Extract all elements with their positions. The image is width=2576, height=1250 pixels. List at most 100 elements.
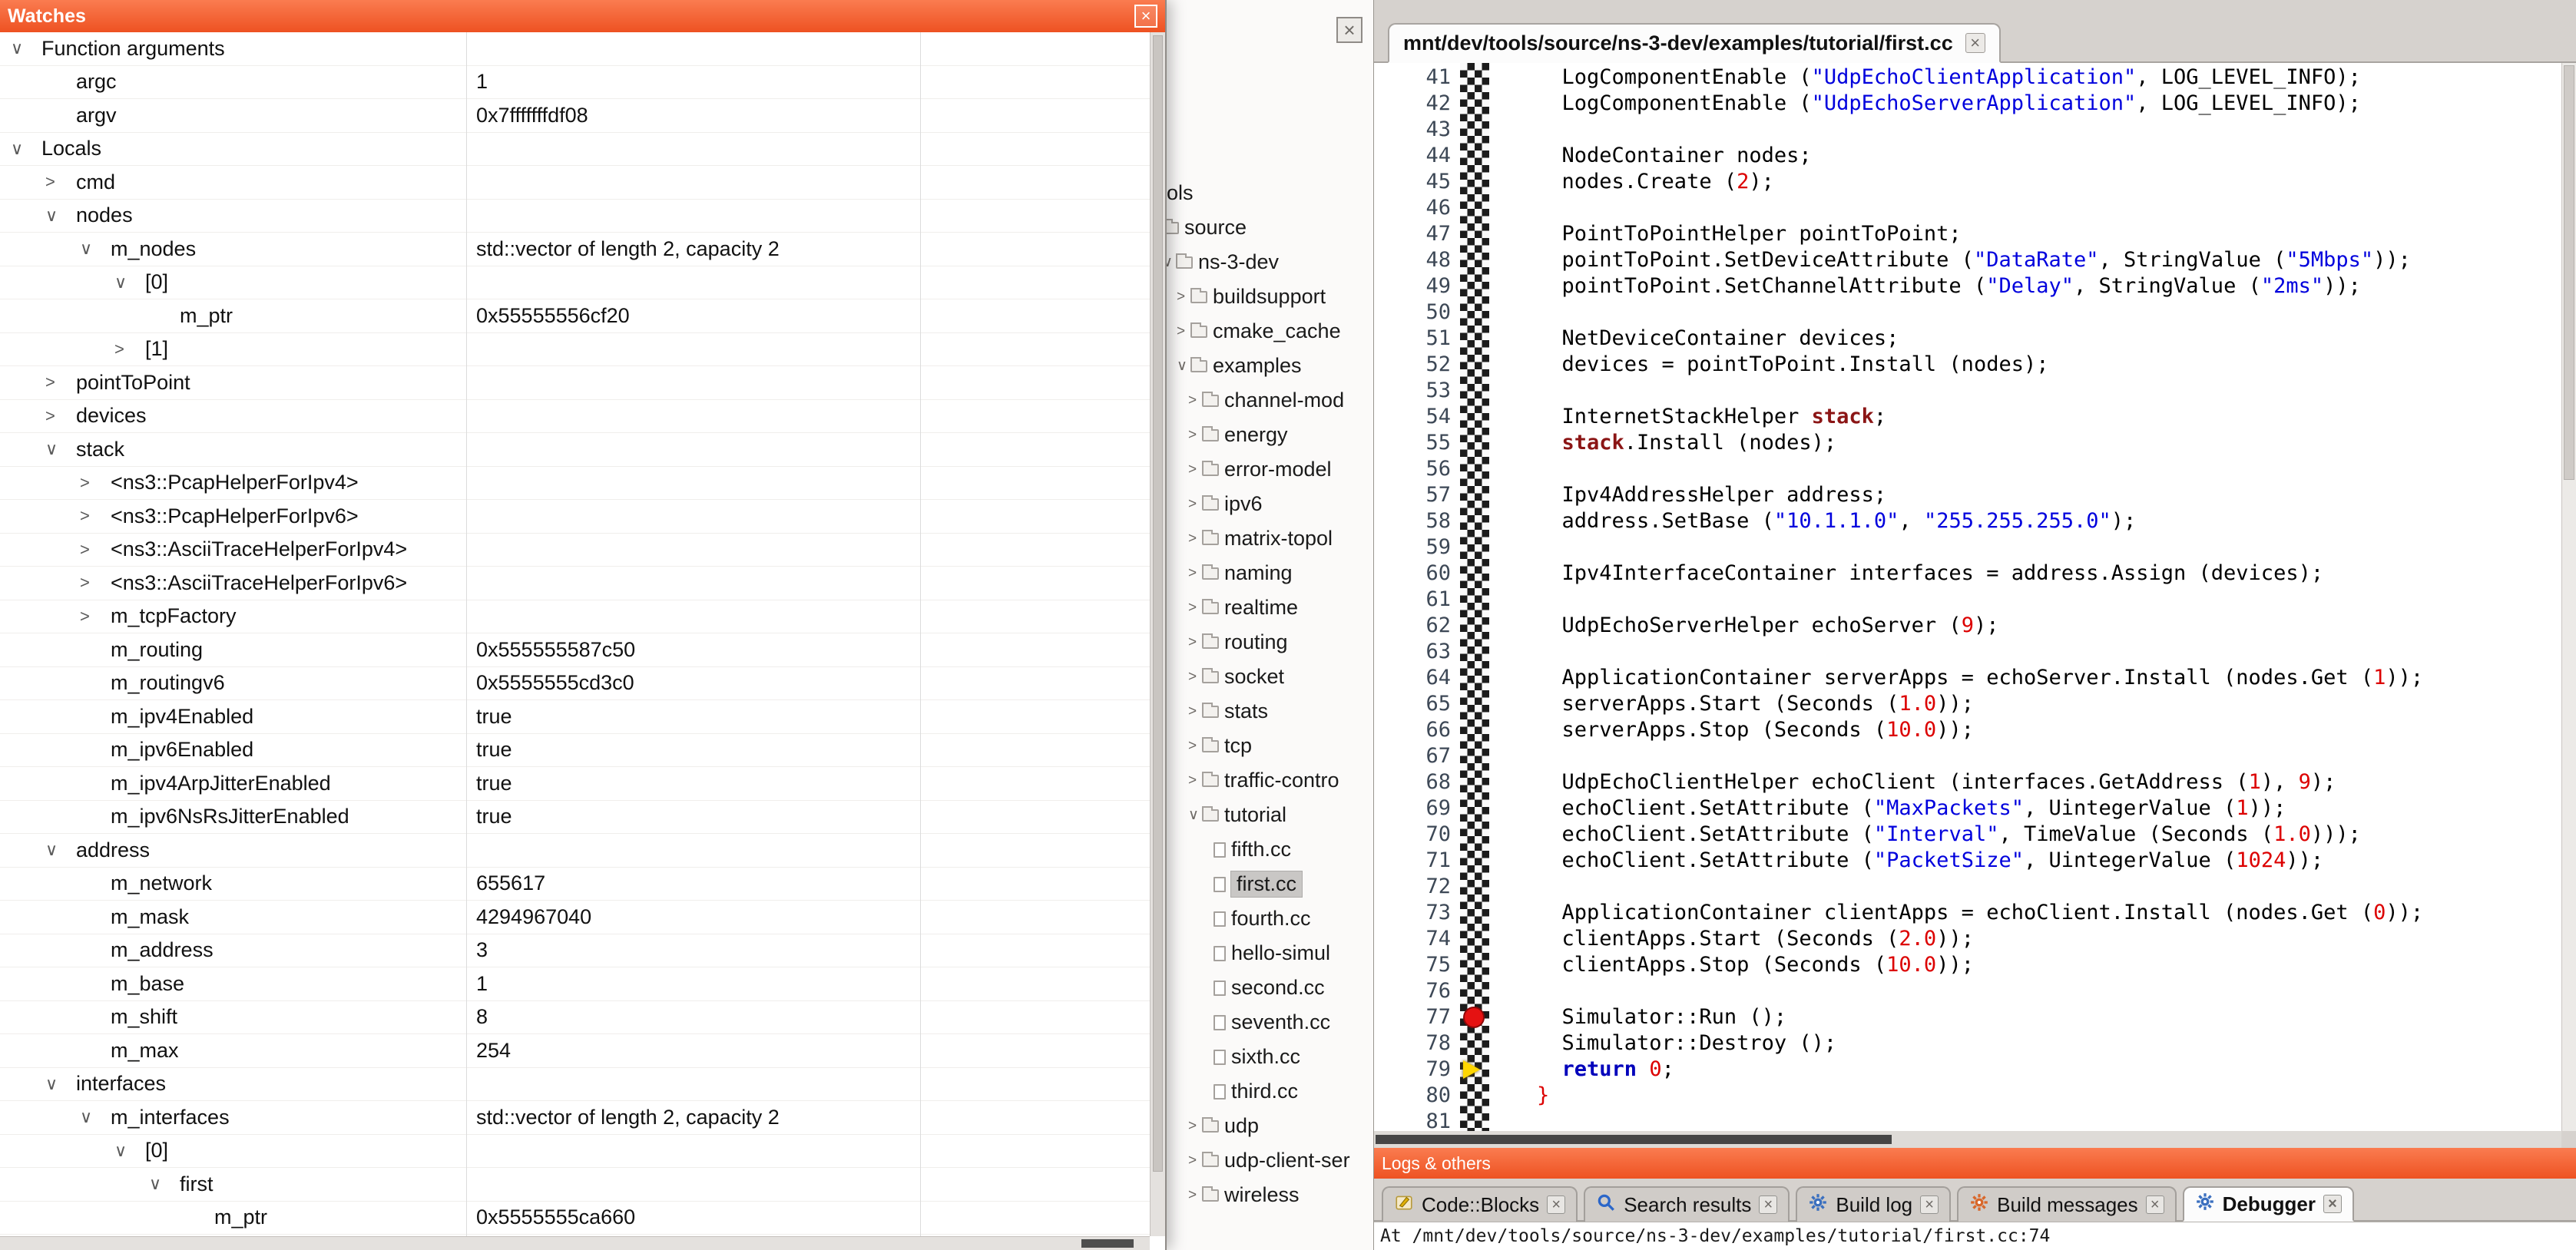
watches-horizontal-scrollbar[interactable]: [0, 1236, 1150, 1250]
close-icon[interactable]: ×: [1759, 1195, 1777, 1214]
expand-icon[interactable]: >: [1188, 497, 1202, 511]
tree-item[interactable]: >stats: [1162, 694, 1373, 729]
watch-row[interactable]: m_network655617: [0, 868, 1150, 901]
collapse-icon[interactable]: ∨: [1177, 359, 1190, 373]
watch-row[interactable]: m_ptr0x55555556cf20: [0, 299, 1150, 333]
watch-row[interactable]: m_address3: [0, 934, 1150, 968]
collapse-icon[interactable]: ∨: [80, 239, 111, 259]
vertical-scrollbar[interactable]: [2561, 63, 2576, 1131]
code-text[interactable]: clientApps.Stop (Seconds (10.0));: [1537, 952, 1974, 978]
collapse-icon[interactable]: ∨: [11, 139, 41, 159]
watch-row[interactable]: m_shift8: [0, 1001, 1150, 1035]
tree-item[interactable]: sixth.cc: [1162, 1040, 1373, 1074]
watch-row[interactable]: ><ns3::AsciiTraceHelperForIpv6>: [0, 567, 1150, 600]
scrollbar-thumb[interactable]: [1081, 1239, 1134, 1248]
watch-row[interactable]: ><ns3::AsciiTraceHelperForIpv4>: [0, 534, 1150, 567]
close-icon[interactable]: ×: [1920, 1195, 1939, 1214]
expand-icon[interactable]: >: [1188, 462, 1202, 477]
watch-row[interactable]: ∨address: [0, 834, 1150, 868]
scrollbar-thumb[interactable]: [2564, 65, 2574, 480]
editor-tab[interactable]: mnt/dev/tools/source/ns-3-dev/examples/t…: [1388, 23, 2001, 63]
expand-icon[interactable]: >: [1188, 670, 1202, 684]
watch-row[interactable]: ∨stack: [0, 433, 1150, 467]
watch-row[interactable]: m_routing0x555555587c50: [0, 633, 1150, 667]
code-text[interactable]: }: [1537, 1083, 1549, 1109]
code-text[interactable]: LogComponentEnable ("UdpEchoServerApplic…: [1537, 91, 2361, 117]
tree-item[interactable]: >realtime: [1162, 590, 1373, 625]
code-text[interactable]: Ipv4AddressHelper address;: [1537, 482, 1886, 508]
watch-row[interactable]: m_ipv6NsRsJitterEnabledtrue: [0, 801, 1150, 835]
watch-row[interactable]: ∨m_nodesstd::vector of length 2, capacit…: [0, 233, 1150, 266]
expand-icon[interactable]: >: [80, 573, 111, 593]
expand-icon[interactable]: >: [80, 540, 111, 560]
code-text[interactable]: ApplicationContainer serverApps = echoSe…: [1537, 665, 2423, 691]
tree-item[interactable]: >matrix-topol: [1162, 521, 1373, 556]
watch-row[interactable]: m_routingv60x5555555cd3c0: [0, 667, 1150, 701]
watch-row[interactable]: ∨Function arguments: [0, 32, 1150, 66]
collapse-icon[interactable]: ∨: [45, 840, 76, 860]
code-text[interactable]: UdpEchoServerHelper echoServer (9);: [1537, 613, 1998, 639]
code-text[interactable]: echoClient.SetAttribute ("MaxPackets", U…: [1537, 795, 2286, 822]
expand-icon[interactable]: >: [45, 172, 76, 192]
code-text[interactable]: stack.Install (nodes);: [1537, 430, 1836, 456]
expand-icon[interactable]: >: [1188, 566, 1202, 580]
code-text[interactable]: pointToPoint.SetDeviceAttribute ("DataRa…: [1537, 247, 2411, 273]
code-text[interactable]: PointToPointHelper pointToPoint;: [1537, 221, 1962, 247]
collapse-icon[interactable]: ∨: [11, 38, 41, 58]
expand-icon[interactable]: >: [80, 506, 111, 526]
collapse-icon[interactable]: ∨: [114, 1141, 145, 1161]
tree-item[interactable]: >error-model: [1162, 452, 1373, 487]
watch-row[interactable]: >cmd: [0, 166, 1150, 200]
expand-icon[interactable]: >: [1188, 635, 1202, 650]
expand-icon[interactable]: >: [45, 372, 76, 392]
expand-icon[interactable]: >: [1177, 289, 1190, 304]
code-text[interactable]: nodes.Create (2);: [1537, 169, 1774, 195]
watch-row[interactable]: argc1: [0, 66, 1150, 100]
tree-item[interactable]: first.cc: [1162, 867, 1373, 901]
watch-row[interactable]: ><ns3::PcapHelperForIpv4>: [0, 467, 1150, 501]
collapse-icon[interactable]: ∨: [45, 439, 76, 459]
watch-row[interactable]: m_base1: [0, 967, 1150, 1001]
tree-item[interactable]: >socket: [1162, 660, 1373, 694]
logs-tab-search-results[interactable]: Search results×: [1584, 1186, 1790, 1222]
code-text[interactable]: InternetStackHelper stack;: [1537, 404, 1886, 430]
watch-row[interactable]: m_ipv4ArpJitterEnabledtrue: [0, 767, 1150, 801]
tree-item[interactable]: >buildsupport: [1162, 279, 1373, 314]
code-text[interactable]: return 0;: [1537, 1057, 1674, 1083]
tree-item[interactable]: >channel-mod: [1162, 383, 1373, 418]
scrollbar-thumb[interactable]: [1376, 1135, 1892, 1144]
code-text[interactable]: pointToPoint.SetChannelAttribute ("Delay…: [1537, 273, 2361, 299]
expand-icon[interactable]: >: [1188, 428, 1202, 442]
expand-icon[interactable]: >: [1188, 1119, 1202, 1133]
code-text[interactable]: Simulator::Run ();: [1537, 1004, 1786, 1030]
tree-item[interactable]: >tcp: [1162, 729, 1373, 763]
watch-row[interactable]: ∨m_interfacesstd::vector of length 2, ca…: [0, 1101, 1150, 1135]
code-text[interactable]: serverApps.Start (Seconds (1.0));: [1537, 691, 1974, 717]
tree-item[interactable]: >cmake_cache: [1162, 314, 1373, 349]
tree-item[interactable]: >udp: [1162, 1109, 1373, 1143]
tree-item[interactable]: third.cc: [1162, 1074, 1373, 1109]
scrollbar-thumb[interactable]: [1153, 35, 1163, 1172]
tree-item[interactable]: >ipv6: [1162, 487, 1373, 521]
code-text[interactable]: LogComponentEnable ("UdpEchoClientApplic…: [1537, 64, 2361, 91]
tree-item[interactable]: hello-simul: [1162, 936, 1373, 971]
expand-icon[interactable]: >: [1188, 531, 1202, 546]
breakpoint-marker[interactable]: [1463, 1007, 1485, 1028]
logs-tab-code-blocks[interactable]: Code::Blocks×: [1382, 1186, 1578, 1222]
watch-row[interactable]: ∨first: [0, 1168, 1150, 1202]
close-icon[interactable]: ×: [1547, 1195, 1565, 1214]
code-text[interactable]: echoClient.SetAttribute ("Interval", Tim…: [1537, 822, 2361, 848]
tree-item[interactable]: >routing: [1162, 625, 1373, 660]
expand-icon[interactable]: >: [1188, 1188, 1202, 1202]
code-text[interactable]: address.SetBase ("10.1.1.0", "255.255.25…: [1537, 508, 2136, 534]
watch-row[interactable]: m_mask4294967040: [0, 901, 1150, 934]
close-icon[interactable]: ×: [2146, 1195, 2164, 1214]
code-text[interactable]: Ipv4InterfaceContainer interfaces = addr…: [1537, 561, 2323, 587]
expand-icon[interactable]: >: [1188, 393, 1202, 408]
collapse-icon[interactable]: ∨: [1188, 808, 1202, 822]
tree-item[interactable]: second.cc: [1162, 971, 1373, 1005]
column-divider[interactable]: [466, 32, 467, 1236]
code-text[interactable]: clientApps.Start (Seconds (2.0));: [1537, 926, 1974, 952]
expand-icon[interactable]: >: [1188, 773, 1202, 788]
code-text[interactable]: devices = pointToPoint.Install (nodes);: [1537, 352, 2048, 378]
